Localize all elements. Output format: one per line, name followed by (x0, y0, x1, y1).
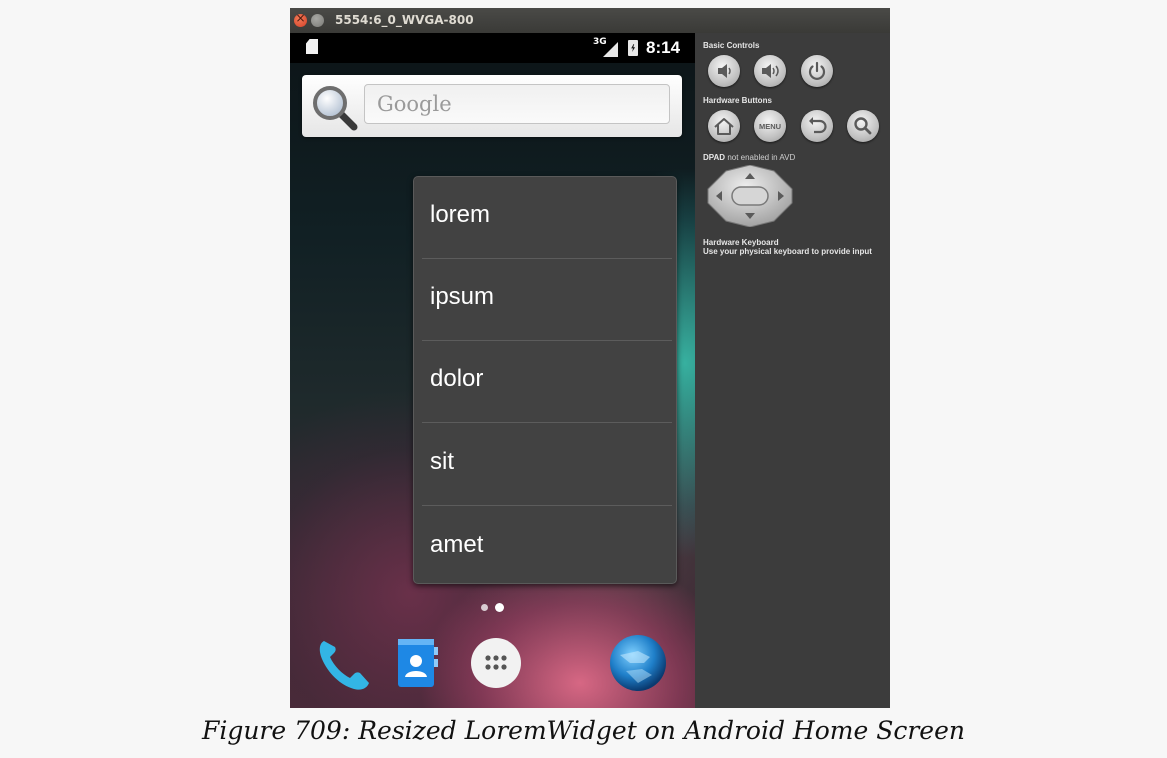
basic-controls-label: Basic Controls (703, 41, 760, 50)
window-title: 5554:6_0_WVGA-800 (335, 13, 474, 27)
search-icon (854, 117, 872, 135)
list-item[interactable]: sit (422, 424, 672, 506)
page-indicator-dot-active (495, 603, 504, 612)
list-item[interactable]: lorem (422, 177, 672, 259)
list-item-label: sit (430, 448, 454, 475)
browser-globe-icon[interactable] (608, 633, 668, 693)
emulator-control-panel: Basic Controls Hardware Buttons MENU DPA… (695, 33, 890, 708)
window-close-button[interactable] (294, 11, 307, 27)
dpad-label: DPAD not enabled in AVD (703, 153, 795, 162)
menu-button-label: MENU (759, 122, 781, 131)
status-clock: 8:14 (646, 38, 681, 57)
volume-up-button[interactable] (754, 55, 786, 87)
magnifier-icon[interactable] (310, 83, 360, 133)
home-button[interactable] (708, 110, 740, 142)
power-icon (808, 61, 826, 80)
hardware-keyboard-label: Hardware Keyboard (703, 238, 779, 247)
battery-charging-icon (628, 40, 638, 56)
dpad-note: not enabled in AVD (727, 153, 796, 162)
dpad-title: DPAD (703, 153, 726, 162)
list-item-label: amet (430, 531, 484, 558)
hardware-buttons-label: Hardware Buttons (703, 96, 772, 105)
volume-down-icon (718, 64, 731, 78)
phone-screen[interactable]: 3G 8:14 Google lorem ipsum dolor sit ame… (290, 33, 695, 708)
list-item-label: ipsum (430, 283, 495, 310)
emulator-window: 5554:6_0_WVGA-800 3G 8:14 Googl (290, 8, 890, 708)
home-icon (714, 118, 734, 135)
hardware-keyboard-note: Use your physical keyboard to provide in… (703, 247, 872, 256)
list-item[interactable]: ipsum (422, 259, 672, 341)
list-divider (422, 422, 672, 423)
menu-button[interactable]: MENU (754, 110, 786, 142)
list-item[interactable]: amet (422, 507, 672, 583)
window-minimize-button[interactable] (311, 14, 324, 27)
menu-icon: MENU (759, 122, 781, 131)
list-item-label: dolor (430, 365, 484, 392)
list-item[interactable]: dolor (422, 341, 672, 423)
list-divider (422, 505, 672, 506)
search-placeholder: Google (377, 92, 452, 116)
list-item-label: lorem (430, 201, 491, 228)
back-button[interactable] (801, 110, 833, 142)
status-bar: 3G 8:14 (290, 33, 695, 63)
window-titlebar: 5554:6_0_WVGA-800 (290, 8, 890, 33)
network-type-label: 3G (593, 37, 607, 47)
page-indicator-dot (481, 604, 488, 611)
dpad-center-button[interactable] (731, 186, 769, 206)
google-search-widget[interactable]: Google (302, 75, 682, 137)
sd-card-icon (306, 39, 318, 54)
lorem-widget[interactable]: lorem ipsum dolor sit amet (413, 176, 677, 584)
search-input[interactable]: Google (364, 84, 670, 124)
volume-up-icon (762, 64, 779, 78)
figure-caption: Figure 709: Resized LoremWidget on Andro… (201, 716, 965, 745)
contacts-icon[interactable] (388, 633, 448, 693)
phone-icon[interactable] (314, 633, 374, 693)
dpad-control[interactable] (704, 165, 796, 227)
search-button[interactable] (847, 110, 879, 142)
back-icon (809, 117, 827, 134)
volume-down-button[interactable] (708, 55, 740, 87)
app-drawer-icon[interactable] (466, 633, 526, 693)
power-button[interactable] (801, 55, 833, 87)
